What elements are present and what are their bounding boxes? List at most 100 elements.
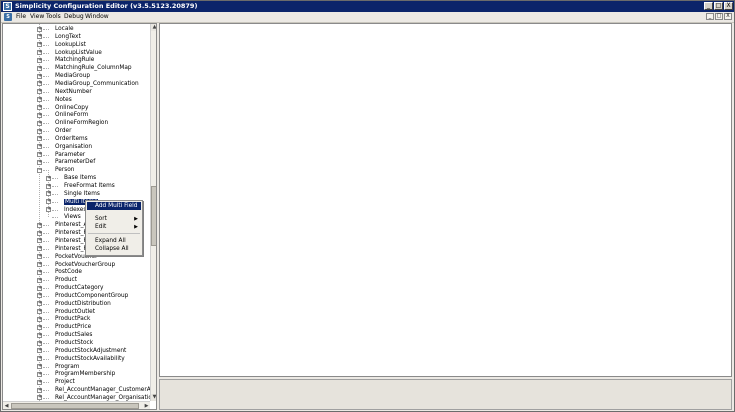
tree-item[interactable]: ProductPrice [55,323,91,331]
expand-icon[interactable]: + [37,316,42,322]
tree-item[interactable]: ProductStockAvailability [55,355,125,363]
tree-item[interactable]: ProductStock [55,339,93,347]
tree-item[interactable]: PostCode [55,268,82,276]
expand-icon[interactable]: + [37,246,42,252]
expand-icon[interactable]: + [46,191,51,197]
expand-icon[interactable]: + [37,97,42,103]
menu-item-sort[interactable]: Sort ▶ [87,215,141,223]
expand-icon[interactable]: + [37,34,42,40]
menu-debug[interactable]: Debug [64,13,84,21]
tree-item[interactable]: Order [55,127,71,135]
tree-item[interactable]: ProductPack [55,315,90,323]
maximize-button[interactable]: □ [714,2,723,10]
minimize-button[interactable]: _ [704,2,713,10]
menu-view[interactable]: View [30,13,44,21]
expand-icon[interactable]: + [37,348,42,354]
tree-item[interactable]: OnlineCopy [55,104,88,112]
document-icon[interactable]: S [4,13,12,21]
menu-tools[interactable]: Tools [46,13,61,21]
menu-window[interactable]: Window [85,13,109,21]
expand-icon[interactable]: + [37,269,42,275]
expand-icon[interactable]: + [37,277,42,283]
tree-item[interactable]: PocketVoucherGroup [55,261,115,269]
expand-icon[interactable]: + [37,73,42,79]
expand-icon[interactable]: + [37,128,42,134]
tree-item[interactable]: Views [64,213,81,221]
tree-horizontal-scrollbar[interactable]: ◀ ▶ [3,401,150,409]
app-icon[interactable]: S [3,2,12,11]
tree-item[interactable]: Product [55,276,77,284]
tree-item[interactable]: ProductSales [55,331,92,339]
collapse-icon[interactable]: − [37,167,42,173]
expand-icon[interactable]: + [37,262,42,267]
tree-item[interactable]: ProductCategory [55,284,104,292]
expand-icon[interactable]: + [37,379,42,385]
tree-item[interactable]: ProductDistribution [55,300,111,308]
tree-item[interactable]: LookupList [55,41,86,49]
tree-item[interactable]: Project [55,378,75,386]
tree-item[interactable]: Organisation [55,143,92,151]
expand-icon[interactable]: + [37,340,42,346]
expand-icon[interactable]: + [37,89,42,95]
tree-item[interactable]: MediaGroup_Communication [55,80,139,88]
expand-icon[interactable]: + [37,81,42,87]
tree-item[interactable]: MediaGroup [55,72,90,80]
menu-item-expand-all[interactable]: Expand All [87,237,141,245]
mdi-minimize-button[interactable]: _ [706,13,714,20]
expand-icon[interactable]: + [37,301,42,307]
expand-icon[interactable]: + [37,50,42,56]
scroll-left-arrow-icon[interactable]: ◀ [3,402,10,409]
tree-item[interactable]: Locale [55,25,74,33]
expand-icon[interactable]: + [37,387,42,393]
expand-icon[interactable]: + [37,26,42,32]
expand-icon[interactable]: + [37,371,42,377]
expand-icon[interactable]: + [37,159,42,165]
expand-icon[interactable]: + [46,207,51,213]
hscrollbar-thumb[interactable] [11,403,139,409]
mdi-restore-button[interactable]: □ [715,13,723,20]
tree-item[interactable]: NextNumber [55,88,92,96]
tree-item[interactable]: Program [55,363,79,371]
tree-item[interactable]: OrderItems [55,135,88,143]
expand-icon[interactable]: + [37,65,42,71]
expand-icon[interactable]: + [46,175,51,181]
mdi-close-button[interactable]: X [724,13,732,20]
tree-item[interactable]: ProductOutlet [55,308,95,316]
menu-item-add-multi-field[interactable]: Add Multi Field [87,202,141,210]
tree-item[interactable]: ProductComponentGroup [55,292,128,300]
expand-icon[interactable]: + [37,136,42,142]
expand-icon[interactable]: + [37,152,42,158]
tree-item[interactable]: OnlineFormRegion [55,119,108,127]
tree-item[interactable]: Person [55,166,74,174]
expand-icon[interactable]: + [37,230,42,236]
tree-item[interactable]: LookupListValue [55,49,102,57]
expand-icon[interactable]: + [37,144,42,150]
tree-item[interactable]: Parameter [55,151,85,159]
tree-item[interactable]: Base Items [64,174,96,182]
tree-vertical-scrollbar[interactable]: ▲ ▼ [150,24,156,401]
expand-icon[interactable]: + [37,293,42,299]
expand-icon[interactable]: + [37,395,42,401]
scroll-right-arrow-icon[interactable]: ▶ [143,402,150,409]
tree-item[interactable]: MatchingRule [55,56,94,64]
tree-item[interactable]: ProductStockAdjustment [55,347,126,355]
expand-icon[interactable]: + [37,285,42,291]
expand-icon[interactable]: + [37,238,42,244]
expand-icon[interactable]: + [37,254,42,260]
expand-icon[interactable]: + [46,183,51,189]
expand-icon[interactable]: + [37,222,42,228]
tree-item[interactable]: MatchingRule_ColumnMap [55,64,132,72]
tree-item[interactable]: Indexes [64,206,86,214]
menu-item-edit[interactable]: Edit ▶ [87,223,141,231]
tree-item[interactable]: ProgramMembership [55,370,115,378]
tree-item[interactable]: Notes [55,96,72,104]
menu-file[interactable]: File [16,13,26,21]
expand-icon[interactable]: + [37,324,42,330]
expand-icon[interactable]: + [37,364,42,370]
tree-item[interactable]: LongText [55,33,81,41]
tree-item[interactable]: FreeFormat Items [64,182,115,190]
tree-item[interactable]: Rel_AccountManager_CustomerAccoun [55,386,156,394]
expand-icon[interactable]: + [37,112,42,118]
expand-icon[interactable]: + [37,356,42,362]
close-button[interactable]: X [724,2,733,10]
